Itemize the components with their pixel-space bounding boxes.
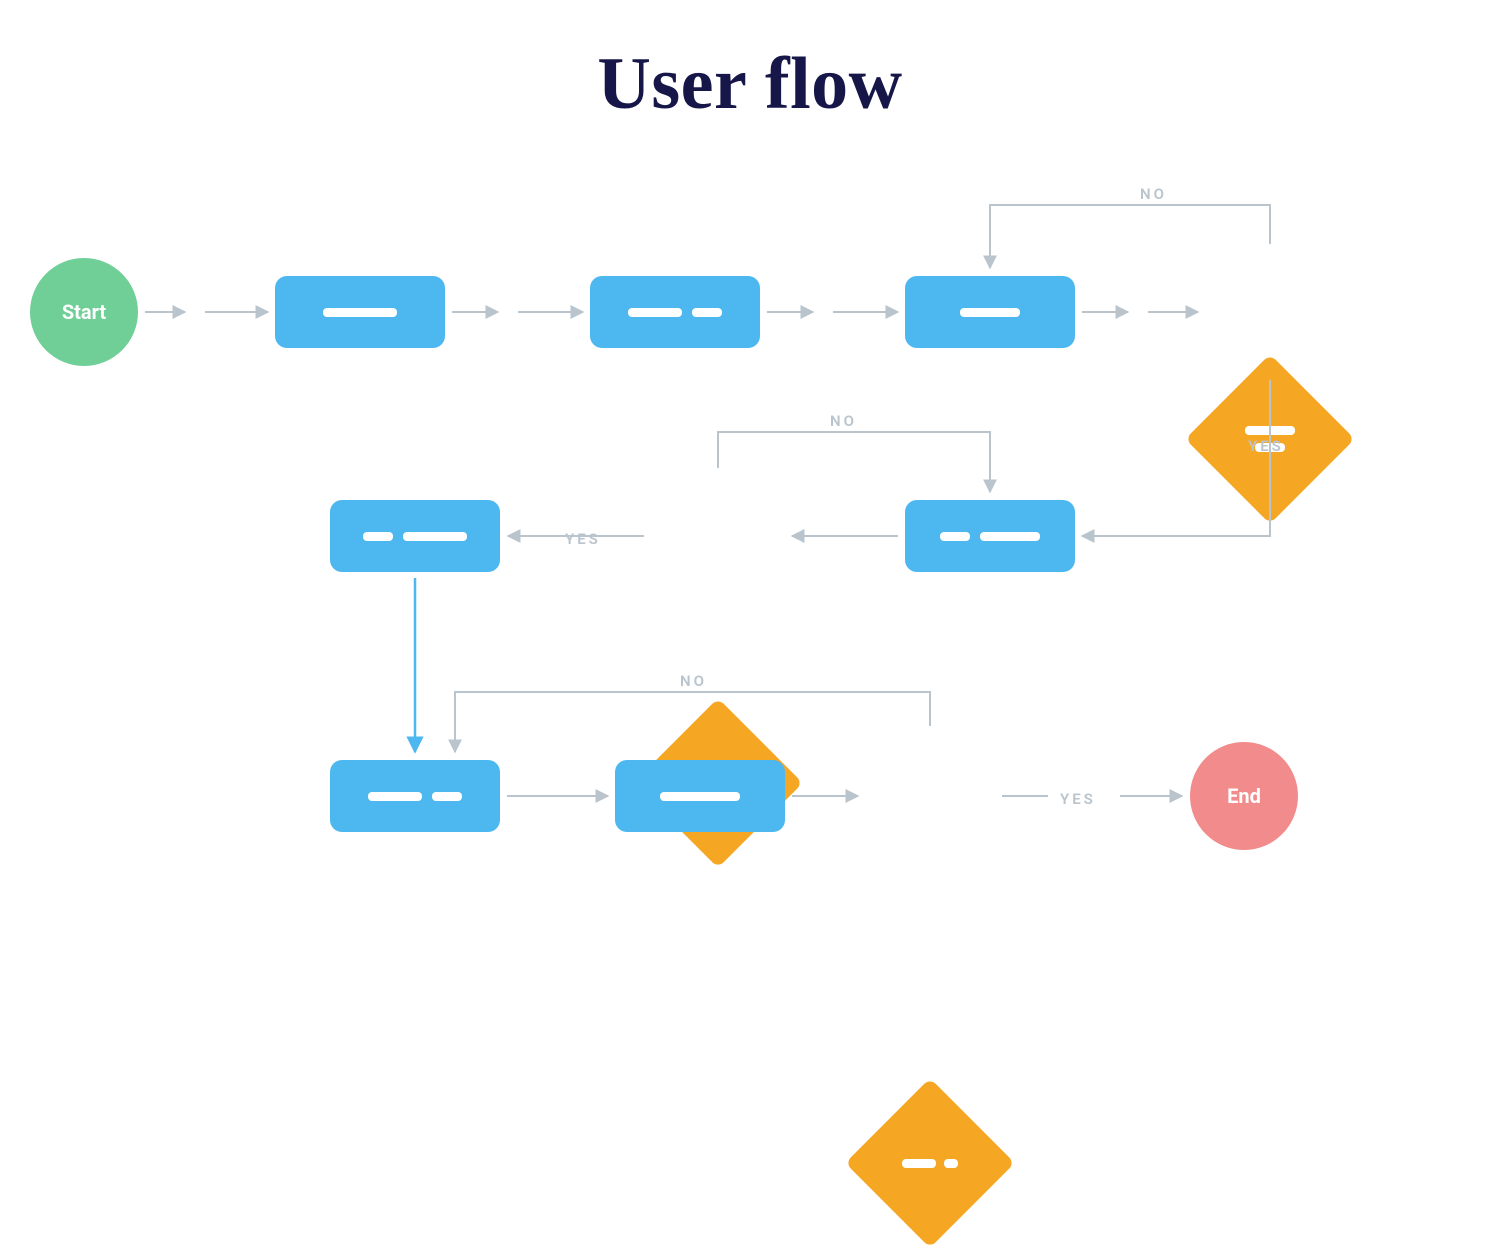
process-node-2	[590, 276, 760, 348]
end-node: End	[1190, 742, 1298, 850]
placeholder-bar	[628, 308, 682, 317]
placeholder-bar	[692, 308, 722, 317]
connector-label-yes: YES	[1248, 437, 1284, 455]
process-node-1	[275, 276, 445, 348]
placeholder-bar	[902, 1159, 936, 1168]
placeholder-bar	[363, 532, 393, 541]
process-node-7	[615, 760, 785, 832]
placeholder-bar	[940, 532, 970, 541]
placeholder-bar	[960, 308, 1020, 317]
start-label: Start	[62, 300, 106, 324]
connector-label-no: NO	[830, 412, 857, 430]
diagram-title: User flow	[0, 0, 1500, 127]
start-node: Start	[30, 258, 138, 366]
decision-node-3	[870, 1103, 990, 1223]
placeholder-bar	[368, 792, 422, 801]
connector-label-no: NO	[680, 672, 707, 690]
placeholder-bar	[403, 532, 467, 541]
connector-label-no: NO	[1140, 185, 1167, 203]
placeholder-bar	[1245, 426, 1295, 435]
placeholder-bar	[660, 792, 740, 801]
placeholder-bar	[944, 1159, 958, 1168]
process-node-3	[905, 276, 1075, 348]
process-node-5	[330, 500, 500, 572]
process-node-6	[330, 760, 500, 832]
placeholder-bar	[323, 308, 397, 317]
process-node-4	[905, 500, 1075, 572]
connector-label-yes: YES	[1060, 790, 1096, 808]
connector-label-yes: YES	[565, 530, 601, 548]
placeholder-bar	[980, 532, 1040, 541]
placeholder-bar	[432, 792, 462, 801]
end-label: End	[1227, 784, 1261, 808]
